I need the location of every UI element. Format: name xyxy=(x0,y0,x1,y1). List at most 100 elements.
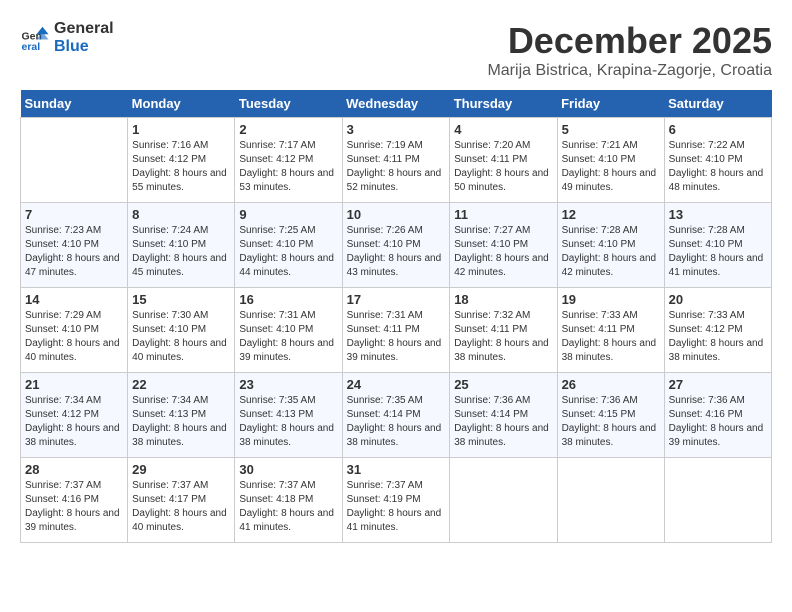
logo-blue-text: Blue xyxy=(54,38,114,56)
calendar-cell: 8 Sunrise: 7:24 AMSunset: 4:10 PMDaylight… xyxy=(128,203,235,288)
day-info: Sunrise: 7:28 AMSunset: 4:10 PMDaylight:… xyxy=(562,224,660,280)
calendar-cell: 4Sunrise: 7:20 AMSunset: 4:11 PMDaylight… xyxy=(450,118,557,203)
day-number: 11 xyxy=(454,207,552,222)
calendar-cell: 2Sunrise: 7:17 AMSunset: 4:12 PMDaylight… xyxy=(235,118,342,203)
calendar-cell: 27Sunrise: 7:36 AMSunset: 4:16 PMDayligh… xyxy=(664,373,771,458)
calendar-cell: 11 Sunrise: 7:27 AMSunset: 4:10 PMDayligh… xyxy=(450,203,557,288)
day-info: Sunrise: 7:24 AMSunset: 4:10 PMDaylight:… xyxy=(132,224,230,280)
calendar-cell: 19 Sunrise: 7:33 AMSunset: 4:11 PMDayligh… xyxy=(557,288,664,373)
calendar-week-1: 1 Sunrise: 7:16 AMSunset: 4:12 PMDaylight… xyxy=(21,118,772,203)
day-number: 13 xyxy=(669,207,767,222)
calendar-cell: 31 Sunrise: 7:37 AMSunset: 4:19 PMDayligh… xyxy=(342,458,450,543)
month-title: December 2025 xyxy=(487,20,772,62)
location-title: Marija Bistrica, Krapina-Zagorje, Croati… xyxy=(487,62,772,80)
calendar-cell: 22Sunrise: 7:34 AMSunset: 4:13 PMDayligh… xyxy=(128,373,235,458)
day-info: Sunrise: 7:16 AMSunset: 4:12 PMDaylight:… xyxy=(132,139,230,195)
day-number: 30 xyxy=(239,462,337,477)
calendar-cell: 28 Sunrise: 7:37 AMSunset: 4:16 PMDayligh… xyxy=(21,458,128,543)
calendar-week-2: 7 Sunrise: 7:23 AMSunset: 4:10 PMDaylight… xyxy=(21,203,772,288)
calendar-cell: 21Sunrise: 7:34 AMSunset: 4:12 PMDayligh… xyxy=(21,373,128,458)
day-number: 1 xyxy=(132,122,230,137)
day-info: Sunrise: 7:25 AMSunset: 4:10 PMDaylight:… xyxy=(239,224,337,280)
day-info: Sunrise: 7:23 AMSunset: 4:10 PMDaylight:… xyxy=(25,224,123,280)
day-number: 9 xyxy=(239,207,337,222)
calendar-cell: 12 Sunrise: 7:28 AMSunset: 4:10 PMDayligh… xyxy=(557,203,664,288)
calendar-cell: 13 Sunrise: 7:28 AMSunset: 4:10 PMDayligh… xyxy=(664,203,771,288)
calendar-cell: 24Sunrise: 7:35 AMSunset: 4:14 PMDayligh… xyxy=(342,373,450,458)
day-info: Sunrise: 7:33 AMSunset: 4:11 PMDaylight:… xyxy=(562,309,660,365)
calendar-cell: 3 Sunrise: 7:19 AMSunset: 4:11 PMDaylight… xyxy=(342,118,450,203)
day-number: 2 xyxy=(239,122,337,137)
calendar-cell: 15 Sunrise: 7:30 AMSunset: 4:10 PMDayligh… xyxy=(128,288,235,373)
day-info: Sunrise: 7:27 AMSunset: 4:10 PMDaylight:… xyxy=(454,224,552,280)
calendar-cell: 18Sunrise: 7:32 AMSunset: 4:11 PMDayligh… xyxy=(450,288,557,373)
calendar-week-3: 14 Sunrise: 7:29 AMSunset: 4:10 PMDayligh… xyxy=(21,288,772,373)
calendar-week-5: 28 Sunrise: 7:37 AMSunset: 4:16 PMDayligh… xyxy=(21,458,772,543)
day-number: 18 xyxy=(454,292,552,307)
day-number: 19 xyxy=(562,292,660,307)
page-header: Gen eral General Blue December 2025 Mari… xyxy=(20,20,772,80)
day-info: Sunrise: 7:30 AMSunset: 4:10 PMDaylight:… xyxy=(132,309,230,365)
calendar-cell: 17 Sunrise: 7:31 AMSunset: 4:11 PMDayligh… xyxy=(342,288,450,373)
day-number: 3 xyxy=(347,122,446,137)
day-number: 17 xyxy=(347,292,446,307)
day-info: Sunrise: 7:34 AMSunset: 4:13 PMDaylight:… xyxy=(132,394,230,450)
calendar-cell: 29Sunrise: 7:37 AMSunset: 4:17 PMDayligh… xyxy=(128,458,235,543)
day-info: Sunrise: 7:20 AMSunset: 4:11 PMDaylight:… xyxy=(454,139,552,195)
calendar-cell: 30 Sunrise: 7:37 AMSunset: 4:18 PMDayligh… xyxy=(235,458,342,543)
day-info: Sunrise: 7:28 AMSunset: 4:10 PMDaylight:… xyxy=(669,224,767,280)
day-info: Sunrise: 7:36 AMSunset: 4:16 PMDaylight:… xyxy=(669,394,767,450)
day-info: Sunrise: 7:37 AMSunset: 4:18 PMDaylight:… xyxy=(239,479,337,535)
calendar-cell xyxy=(450,458,557,543)
calendar-table: Sunday Monday Tuesday Wednesday Thursday… xyxy=(20,90,772,543)
calendar-cell: 20Sunrise: 7:33 AMSunset: 4:12 PMDayligh… xyxy=(664,288,771,373)
col-tuesday: Tuesday xyxy=(235,90,342,118)
day-info: Sunrise: 7:31 AMSunset: 4:10 PMDaylight:… xyxy=(239,309,337,365)
day-number: 10 xyxy=(347,207,446,222)
header-row: Sunday Monday Tuesday Wednesday Thursday… xyxy=(21,90,772,118)
calendar-cell: 25 Sunrise: 7:36 AMSunset: 4:14 PMDayligh… xyxy=(450,373,557,458)
calendar-cell xyxy=(21,118,128,203)
day-info: Sunrise: 7:22 AMSunset: 4:10 PMDaylight:… xyxy=(669,139,767,195)
day-number: 24 xyxy=(347,377,446,392)
calendar-cell: 23 Sunrise: 7:35 AMSunset: 4:13 PMDayligh… xyxy=(235,373,342,458)
col-wednesday: Wednesday xyxy=(342,90,450,118)
col-thursday: Thursday xyxy=(450,90,557,118)
day-info: Sunrise: 7:35 AMSunset: 4:13 PMDaylight:… xyxy=(239,394,337,450)
calendar-cell: 26 Sunrise: 7:36 AMSunset: 4:15 PMDayligh… xyxy=(557,373,664,458)
calendar-cell: 9 Sunrise: 7:25 AMSunset: 4:10 PMDaylight… xyxy=(235,203,342,288)
calendar-cell: 5Sunrise: 7:21 AMSunset: 4:10 PMDaylight… xyxy=(557,118,664,203)
day-info: Sunrise: 7:19 AMSunset: 4:11 PMDaylight:… xyxy=(347,139,446,195)
day-number: 6 xyxy=(669,122,767,137)
day-number: 15 xyxy=(132,292,230,307)
day-info: Sunrise: 7:31 AMSunset: 4:11 PMDaylight:… xyxy=(347,309,446,365)
day-info: Sunrise: 7:36 AMSunset: 4:15 PMDaylight:… xyxy=(562,394,660,450)
day-info: Sunrise: 7:29 AMSunset: 4:10 PMDaylight:… xyxy=(25,309,123,365)
day-info: Sunrise: 7:36 AMSunset: 4:14 PMDaylight:… xyxy=(454,394,552,450)
calendar-cell xyxy=(664,458,771,543)
day-number: 7 xyxy=(25,207,123,222)
day-number: 31 xyxy=(347,462,446,477)
day-info: Sunrise: 7:37 AMSunset: 4:16 PMDaylight:… xyxy=(25,479,123,535)
day-info: Sunrise: 7:37 AMSunset: 4:19 PMDaylight:… xyxy=(347,479,446,535)
day-number: 23 xyxy=(239,377,337,392)
calendar-cell xyxy=(557,458,664,543)
day-number: 20 xyxy=(669,292,767,307)
day-number: 16 xyxy=(239,292,337,307)
calendar-cell: 7 Sunrise: 7:23 AMSunset: 4:10 PMDaylight… xyxy=(21,203,128,288)
calendar-cell: 1 Sunrise: 7:16 AMSunset: 4:12 PMDaylight… xyxy=(128,118,235,203)
calendar-cell: 16 Sunrise: 7:31 AMSunset: 4:10 PMDayligh… xyxy=(235,288,342,373)
day-number: 28 xyxy=(25,462,123,477)
svg-text:eral: eral xyxy=(22,41,41,53)
day-number: 14 xyxy=(25,292,123,307)
day-info: Sunrise: 7:26 AMSunset: 4:10 PMDaylight:… xyxy=(347,224,446,280)
day-number: 25 xyxy=(454,377,552,392)
day-number: 26 xyxy=(562,377,660,392)
col-friday: Friday xyxy=(557,90,664,118)
col-sunday: Sunday xyxy=(21,90,128,118)
day-number: 12 xyxy=(562,207,660,222)
day-number: 8 xyxy=(132,207,230,222)
logo: Gen eral General Blue xyxy=(20,20,114,55)
calendar-cell: 10 Sunrise: 7:26 AMSunset: 4:10 PMDayligh… xyxy=(342,203,450,288)
day-info: Sunrise: 7:34 AMSunset: 4:12 PMDaylight:… xyxy=(25,394,123,450)
